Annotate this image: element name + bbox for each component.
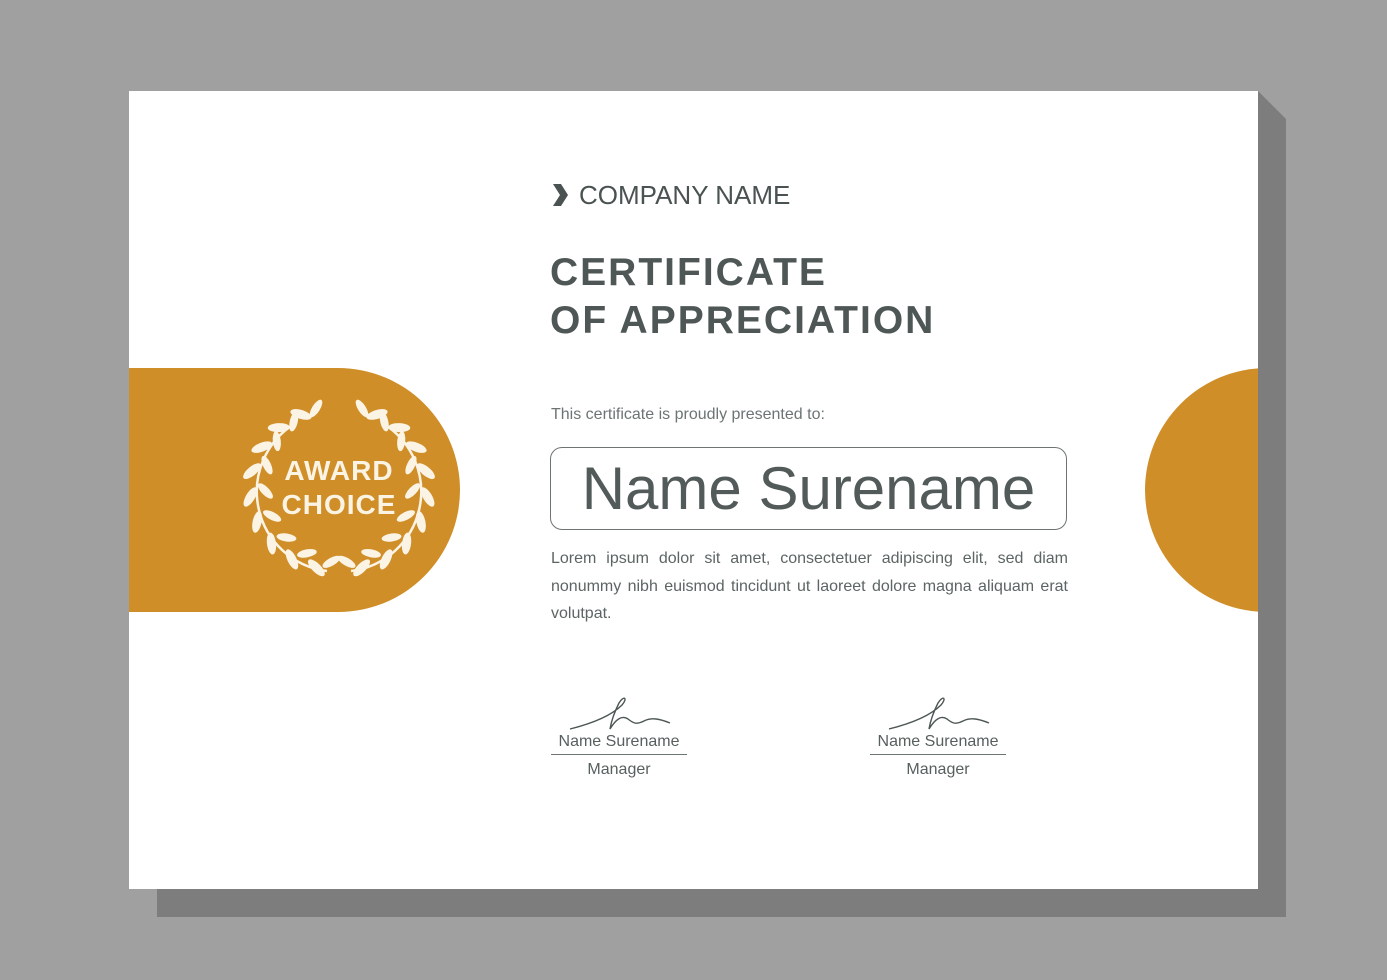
seal-line1: AWARD (284, 455, 394, 486)
company-name: COMPANY NAME (579, 179, 791, 210)
company-header: COMPANY NAME (551, 179, 790, 211)
body-text: Lorem ipsum dolor sit amet, consectetuer… (551, 550, 1068, 622)
signature-role: Manager (906, 761, 970, 778)
seal-line2: CHOICE (281, 489, 397, 520)
title-line2: OF APPRECIATION (550, 299, 936, 342)
title-line1: CERTIFICATE (550, 251, 827, 294)
signature-role: Manager (587, 761, 651, 778)
signature-name: Name Surename (551, 733, 687, 755)
recipient-name: Name Surename (550, 447, 1067, 530)
presented-to-text: This certificate is proudly presented to… (551, 406, 825, 423)
certificate: AWARD CHOICE COMPANY NAME CERTIFICATE OF… (129, 91, 1258, 889)
chevron-right-icon (553, 184, 568, 206)
award-seal: AWARD CHOICE (233, 393, 445, 589)
accent-circle (1145, 368, 1258, 612)
signature-block-2: Name Surename Manager (870, 693, 1006, 779)
signature-name: Name Surename (870, 733, 1006, 755)
signature-image (888, 697, 990, 730)
paper-shadow-corner (1258, 91, 1286, 119)
signature-block-1: Name Surename Manager (551, 693, 687, 779)
certificate-title: CERTIFICATE OF APPRECIATION (550, 249, 935, 345)
signature-image (569, 697, 671, 730)
